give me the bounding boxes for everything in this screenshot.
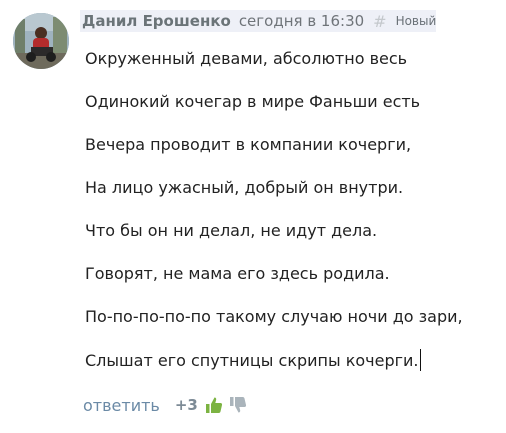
comment-line-text: Слышат его спутницы скрипы кочерги. xyxy=(85,351,419,370)
comment: Данил Ерошенко сегодня в 16:30 # Новый О… xyxy=(0,0,506,433)
author-name[interactable]: Данил Ерошенко xyxy=(82,12,231,30)
new-badge: Новый xyxy=(395,14,437,28)
comment-footer: ответить +3 xyxy=(83,393,248,417)
comment-anchor-link[interactable]: # xyxy=(373,12,386,31)
text-caret xyxy=(419,349,421,371)
vote-score: +3 xyxy=(174,396,198,414)
comment-line: Вечера проводит в компании кочерги, xyxy=(85,135,412,154)
comment-time[interactable]: сегодня в 16:30 xyxy=(239,12,364,30)
comment-line: Говорят, не мама его здесь родила. xyxy=(85,264,390,283)
avatar[interactable] xyxy=(13,13,69,69)
thumbs-up-icon[interactable] xyxy=(204,395,224,415)
thumbs-down-icon[interactable] xyxy=(228,395,248,415)
comment-line: Одинокий кочегар в мире Фаньши есть xyxy=(85,92,421,111)
comment-line: По-по-по-по-по такому случаю ночи до зар… xyxy=(85,307,463,326)
comment-line-last: Слышат его спутницы скрипы кочерги. xyxy=(85,349,500,392)
reply-link[interactable]: ответить xyxy=(83,396,160,415)
comment-line: На лицо ужасный, добрый он внутри. xyxy=(85,178,404,197)
comment-line: Окруженный девами, абсолютно весь xyxy=(85,49,408,68)
comment-body: Окруженный девами, абсолютно весь Одинок… xyxy=(85,48,500,392)
comment-header: Данил Ерошенко сегодня в 16:30 # Новый xyxy=(80,10,436,32)
comment-line: Что бы он ни делал, не идут дела. xyxy=(85,221,378,240)
